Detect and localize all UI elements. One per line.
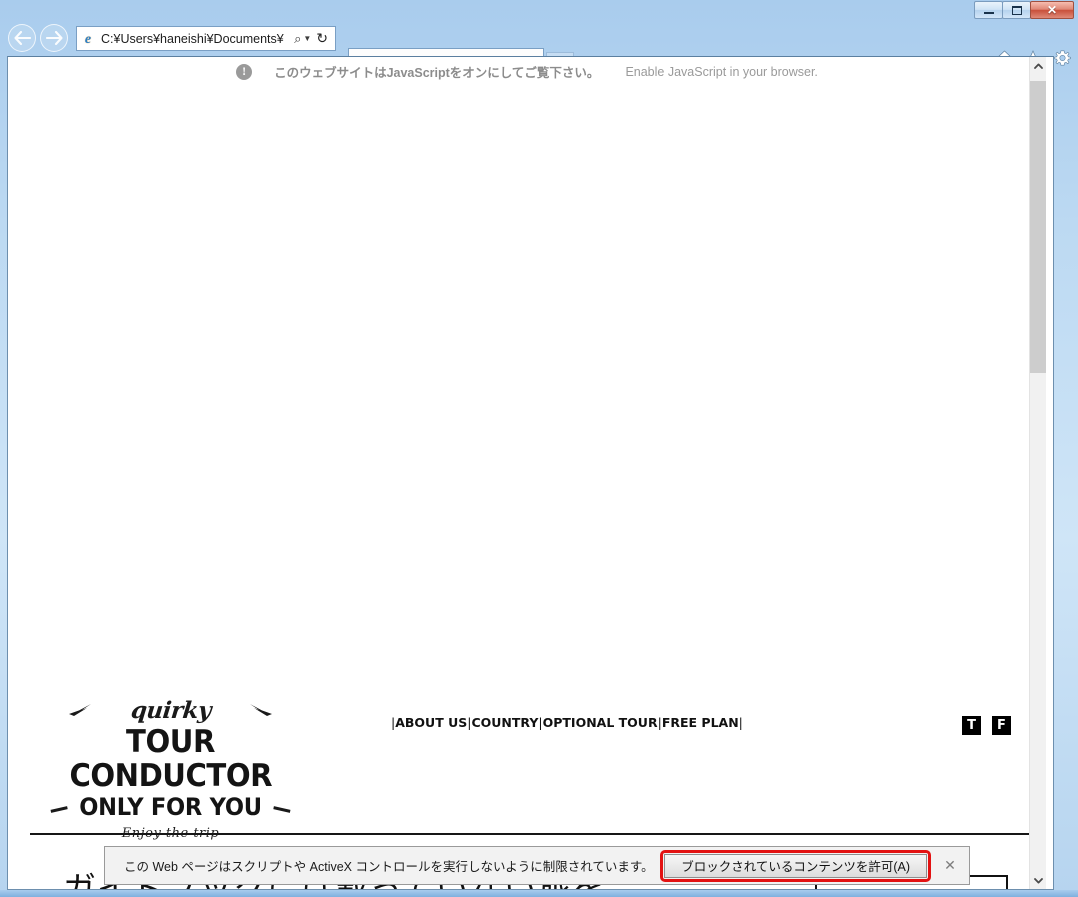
- gear-glyph: [1053, 50, 1071, 65]
- security-notification-bar: この Web ページはスクリプトや ActiveX コントロールを実行しないよう…: [104, 846, 970, 885]
- window-bottom-frame: [0, 890, 1078, 897]
- back-arrow-icon: [13, 31, 31, 45]
- chevron-down-glyph: [1034, 877, 1043, 883]
- site-header: quirky TOUR CONDUCTOR ONLY FOR YOU Enjoy…: [8, 647, 1046, 841]
- web-page: ! このウェブサイトはJavaScriptをオンにしてご覧下さい。 Enable…: [8, 57, 1046, 889]
- close-button[interactable]: ✕: [1030, 1, 1074, 19]
- site-navigation: | ABOUT US | COUNTRY | OPTIONAL TOUR | F…: [391, 715, 743, 730]
- javascript-warning-english: Enable JavaScript in your browser.: [625, 64, 818, 79]
- restore-icon: [1011, 5, 1022, 15]
- lightning-bolt-left-icon: [69, 704, 91, 716]
- logo-script-row: quirky: [63, 695, 278, 725]
- chevron-up-glyph: [1034, 63, 1043, 69]
- forward-arrow-icon: [45, 31, 63, 45]
- social-links: T F: [962, 716, 1011, 735]
- scroll-up-icon[interactable]: [1030, 57, 1046, 74]
- address-input[interactable]: C:¥Users¥haneishi¥Documents¥: [101, 32, 293, 46]
- logo-sub-text: ONLY FOR YOU: [79, 793, 262, 821]
- browser-window: ✕ e C:¥Users¥haneishi¥Documents¥ ⌕ ▼ ↻ e: [0, 0, 1078, 897]
- nav-item-free-plan[interactable]: FREE PLAN: [662, 715, 739, 730]
- restore-button[interactable]: [1002, 1, 1031, 19]
- notification-close-icon[interactable]: ✕: [939, 857, 961, 874]
- nav-separator: |: [738, 715, 743, 730]
- logo-main-line: TOUR CONDUCTOR: [69, 724, 273, 794]
- forward-button[interactable]: [40, 24, 68, 52]
- logo-script-word: quirky: [129, 696, 212, 724]
- facebook-icon[interactable]: F: [992, 716, 1011, 735]
- javascript-warning-japanese: このウェブサイトはJavaScriptをオンにしてご覧下さい。: [274, 66, 600, 80]
- ie-icon: e: [84, 31, 92, 47]
- site-logo[interactable]: quirky TOUR CONDUCTOR ONLY FOR YOU Enjoy…: [50, 695, 291, 841]
- window-controls: ✕: [974, 1, 1074, 19]
- scrollbar-thumb[interactable]: [1030, 81, 1046, 373]
- minimize-icon: [983, 12, 994, 14]
- logo-dash-right-icon: [273, 806, 291, 813]
- refresh-icon[interactable]: ↻: [314, 30, 333, 47]
- logo-dash-left-icon: [50, 806, 68, 813]
- minimize-button[interactable]: [974, 1, 1003, 19]
- gear-icon[interactable]: [1053, 49, 1071, 67]
- chevron-down-icon[interactable]: ▼: [302, 34, 314, 43]
- header-divider: [30, 833, 1046, 835]
- nav-item-about-us[interactable]: ABOUT US: [395, 715, 467, 730]
- back-button[interactable]: [8, 24, 36, 52]
- twitter-icon[interactable]: T: [962, 716, 981, 735]
- warning-icon: !: [236, 63, 253, 80]
- navigation-bar: e C:¥Users¥haneishi¥Documents¥ ⌕ ▼ ↻ e T…: [0, 22, 1078, 75]
- allow-blocked-content-button[interactable]: ブロックされているコンテンツを許可(A): [664, 853, 927, 878]
- content-viewport: ! このウェブサイトはJavaScriptをオンにしてご覧下さい。 Enable…: [7, 56, 1054, 890]
- vertical-scrollbar[interactable]: [1029, 57, 1046, 889]
- nav-item-country[interactable]: COUNTRY: [471, 715, 538, 730]
- notification-message: この Web ページはスクリプトや ActiveX コントロールを実行しないよう…: [124, 860, 654, 874]
- close-icon: ✕: [1046, 3, 1058, 17]
- javascript-warning: ! このウェブサイトはJavaScriptをオンにしてご覧下さい。 Enable…: [8, 62, 1046, 81]
- logo-sub-line: ONLY FOR YOU: [50, 793, 291, 821]
- title-bar: ✕: [0, 0, 1078, 22]
- allow-blocked-content-wrapper: ブロックされているコンテンツを許可(A): [660, 849, 931, 882]
- search-icon[interactable]: ⌕: [293, 31, 302, 47]
- lightning-bolt-right-icon: [250, 704, 272, 716]
- nav-item-optional-tour[interactable]: OPTIONAL TOUR: [543, 715, 658, 730]
- address-bar[interactable]: e C:¥Users¥haneishi¥Documents¥ ⌕ ▼ ↻: [76, 26, 336, 51]
- scroll-down-icon[interactable]: [1030, 872, 1046, 889]
